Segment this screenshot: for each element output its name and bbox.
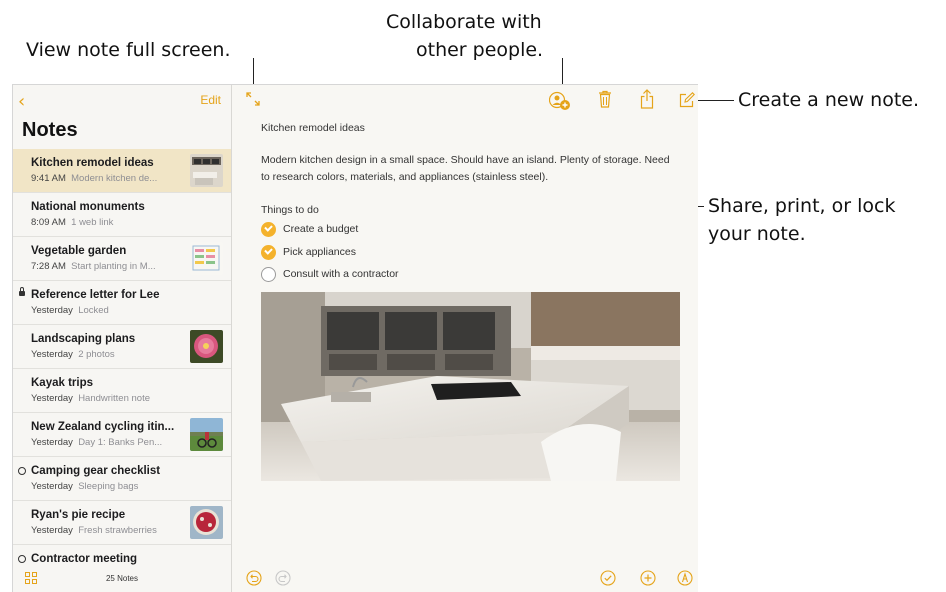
note-time: 7:28 AM — [31, 261, 66, 272]
note-title: Camping gear checklist — [31, 465, 161, 477]
list-item[interactable]: National monuments 8:09 AM 1 web link — [13, 193, 231, 237]
markup-pen-icon[interactable] — [677, 570, 693, 586]
note-preview: Modern kitchen de... — [71, 173, 158, 184]
note-count: 25 Notes — [105, 574, 139, 583]
note-list: Kitchen remodel ideas 9:41 AM Modern kit… — [13, 149, 231, 589]
cycling-thumbnail — [190, 418, 223, 451]
checklist-label: Create a budget — [283, 223, 359, 235]
shared-icon — [18, 555, 26, 563]
note-preview: Fresh strawberries — [78, 525, 157, 536]
note-preview: 1 web link — [71, 217, 114, 228]
note-heading[interactable]: Kitchen remodel ideas — [261, 122, 365, 134]
flower-thumbnail — [190, 330, 223, 363]
note-time: Yesterday — [31, 437, 73, 448]
note-title: National monuments — [31, 201, 145, 213]
kitchen-thumbnail — [190, 154, 223, 187]
share-icon[interactable] — [640, 89, 654, 109]
note-editor: Kitchen remodel ideas Modern kitchen des… — [232, 85, 698, 592]
chevron-left-icon[interactable]: ‹ — [18, 91, 25, 112]
note-title: Landscaping plans — [31, 333, 136, 345]
note-preview: Handwritten note — [78, 393, 151, 404]
checklist-label: Pick appliances — [283, 246, 356, 258]
note-time: Yesterday — [31, 525, 73, 536]
note-preview: Day 1: Banks Pen... — [78, 437, 163, 448]
note-body[interactable]: Modern kitchen design in a small space. … — [261, 152, 671, 186]
note-time: Yesterday — [31, 349, 73, 360]
callout-share-line2: your note. — [708, 223, 806, 245]
list-item[interactable]: Reference letter for Lee Yesterday Locke… — [13, 281, 231, 325]
unchecked-circle-icon[interactable] — [261, 267, 276, 282]
leader-new-note — [697, 100, 734, 101]
note-title: Vegetable garden — [31, 245, 127, 257]
callout-share-line1: Share, print, or lock — [708, 195, 896, 217]
note-title: Kayak trips — [31, 377, 94, 389]
kitchen-photo[interactable] — [261, 292, 680, 481]
redo-icon[interactable] — [275, 570, 291, 586]
note-title: Kitchen remodel ideas — [31, 157, 154, 169]
note-time: Yesterday — [31, 481, 73, 492]
checklist-heading[interactable]: Things to do — [261, 204, 319, 216]
list-item[interactable]: Vegetable garden 7:28 AM Start planting … — [13, 237, 231, 281]
callout-collaborate-line2: other people. — [416, 39, 544, 61]
list-item[interactable]: Camping gear checklist Yesterday Sleepin… — [13, 457, 231, 501]
list-item[interactable]: New Zealand cycling itin... Yesterday Da… — [13, 413, 231, 457]
ipad-notes-window: ‹ Edit Notes Kitchen remodel ideas 9:41 … — [12, 84, 698, 592]
note-title: Ryan's pie recipe — [31, 509, 126, 521]
undo-icon[interactable] — [246, 570, 262, 586]
edit-button[interactable]: Edit — [200, 93, 221, 107]
page-title: Notes — [22, 119, 78, 141]
shared-icon — [18, 467, 26, 475]
list-item[interactable]: Kitchen remodel ideas 9:41 AM Modern kit… — [13, 149, 231, 193]
note-time: Yesterday — [31, 305, 73, 316]
note-time: 9:41 AM — [31, 173, 66, 184]
note-title: Contractor meeting — [31, 553, 138, 565]
checklist-label: Consult with a contractor — [283, 268, 399, 280]
sidebar-toolbar: 25 Notes — [13, 566, 231, 592]
note-toolbar — [232, 564, 698, 592]
add-people-icon[interactable] — [549, 91, 571, 111]
list-item[interactable]: Landscaping plans Yesterday 2 photos — [13, 325, 231, 369]
lock-icon — [19, 287, 25, 296]
full-screen-icon[interactable] — [246, 92, 260, 106]
note-time: 8:09 AM — [31, 217, 66, 228]
callout-collaborate-line1: Collaborate with — [386, 11, 542, 33]
list-item[interactable]: Kayak trips Yesterday Handwritten note — [13, 369, 231, 413]
trash-icon[interactable] — [598, 90, 612, 108]
add-attachment-icon[interactable] — [640, 570, 656, 586]
note-title: New Zealand cycling itin... — [31, 421, 175, 433]
note-preview: Locked — [78, 305, 109, 316]
callout-full-screen: View note full screen. — [26, 39, 231, 61]
note-preview: Start planting in M... — [71, 261, 156, 272]
callout-new-note: Create a new note. — [738, 89, 920, 111]
note-time: Yesterday — [31, 393, 73, 404]
garden-sketch-thumbnail — [190, 242, 223, 275]
checklist-icon[interactable] — [600, 570, 616, 586]
note-preview: Sleeping bags — [78, 481, 139, 492]
pie-thumbnail — [190, 506, 223, 539]
notes-sidebar: ‹ Edit Notes Kitchen remodel ideas 9:41 … — [13, 85, 232, 592]
list-item[interactable]: Ryan's pie recipe Yesterday Fresh strawb… — [13, 501, 231, 545]
checked-circle-icon[interactable] — [261, 222, 276, 237]
checked-circle-icon[interactable] — [261, 245, 276, 260]
note-preview: 2 photos — [78, 349, 115, 360]
note-title: Reference letter for Lee — [31, 289, 160, 301]
compose-icon[interactable] — [679, 92, 695, 108]
